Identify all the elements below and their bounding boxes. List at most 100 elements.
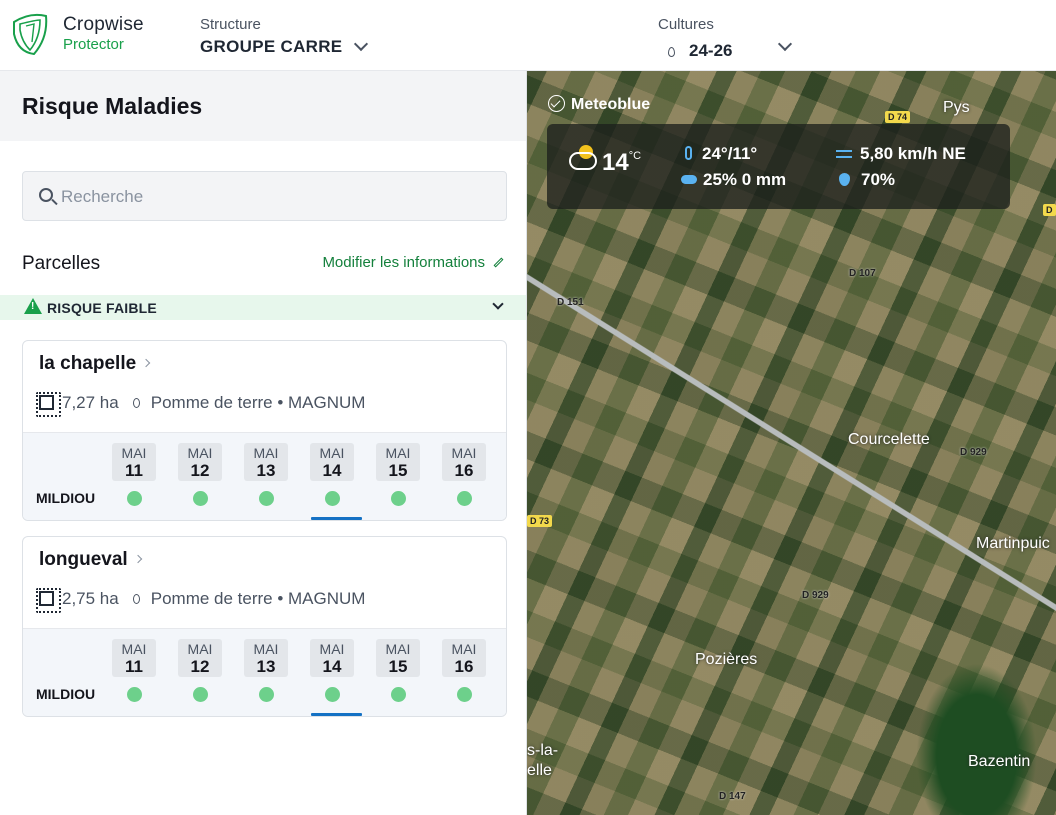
humidity-value: 70% (861, 170, 896, 189)
road-badge-d74: D 74 (885, 111, 911, 123)
map-label-ovillers: s-la- elle (527, 742, 559, 779)
thermometer-icon (685, 146, 692, 160)
meteoblue-badge: Meteoblue (548, 95, 650, 114)
disease-forecast: MILDIOU MAI 11 MAI 12 MAI 13 MAI 14 MAI 15 MA… (23, 628, 506, 716)
day-chip: MAI 16 (442, 443, 486, 481)
parcel-area: 2,75 ha (62, 589, 119, 608)
road-badge-d73: D 73 (527, 515, 553, 527)
risk-dot[interactable] (259, 687, 274, 702)
structure-selector[interactable]: Structure GROUPE CARRE (200, 16, 342, 57)
risk-dot[interactable] (391, 687, 406, 702)
day-number: 12 (190, 657, 210, 676)
warning-icon (24, 298, 42, 314)
wind-value: 5,80 km/h NE (860, 144, 966, 163)
day-chip-today: MAI 14 (310, 443, 354, 481)
check-circle-icon (548, 95, 565, 112)
road-label-d151: D 151 (557, 297, 584, 308)
parcel-name-link[interactable]: longueval (39, 549, 142, 571)
cultures-selector[interactable]: Cultures (658, 16, 714, 33)
rain-value: 25% 0 mm (703, 170, 787, 189)
partly-cloudy-icon (569, 152, 597, 170)
modify-info-link[interactable]: Modifier les informations (322, 254, 504, 271)
risk-dot[interactable] (259, 491, 274, 506)
crop-seed-icon (132, 398, 140, 408)
satellite-map[interactable]: Meteoblue 14°C 24°/11° 25% 0 mm 5,80 km/… (527, 71, 1056, 815)
risk-panel: Risque Maladies Parcelles Modifier les i… (0, 71, 527, 815)
map-label-courcelette: Courcelette (848, 431, 930, 448)
cultures-chevron-down-icon[interactable] (777, 36, 793, 52)
road-label-d929-north: D 929 (960, 447, 987, 458)
day-chip: MAI 13 (244, 443, 288, 481)
parcel-area: 7,27 ha (62, 393, 119, 412)
day-chip: MAI 13 (244, 639, 288, 677)
day-number: 11 (125, 461, 143, 480)
search-icon (39, 188, 53, 202)
parcel-info: 2,75 ha Pomme de terre • MAGNUM (36, 588, 366, 613)
day-chip: MAI 15 (376, 443, 420, 481)
risk-dot[interactable] (391, 491, 406, 506)
disease-forecast: MILDIOU MAI 11 MAI 12 MAI 13 MAI 14 MAI 15 MA… (23, 432, 506, 520)
day-chip: MAI 11 (112, 639, 156, 677)
day-chip: MAI 12 (178, 639, 222, 677)
risk-dot[interactable] (325, 491, 340, 506)
parcel-card[interactable]: longueval 2,75 ha Pomme de terre • MAGNUM… (22, 536, 507, 717)
day-month: MAI (187, 445, 213, 461)
day-number: 15 (388, 461, 408, 480)
map-label-pys: Pys (943, 99, 970, 116)
parcelles-heading: Parcelles (22, 253, 101, 274)
day-number: 12 (190, 461, 210, 480)
day-month: MAI (253, 641, 279, 657)
parcel-name-link[interactable]: la chapelle (39, 353, 151, 375)
pencil-icon (493, 257, 504, 268)
risk-dot[interactable] (127, 687, 142, 702)
parcel-card[interactable]: la chapelle 7,27 ha Pomme de terre • MAGN… (22, 340, 507, 521)
day-chip: MAI 11 (112, 443, 156, 481)
risk-dot[interactable] (457, 491, 472, 506)
parcel-crop: Pomme de terre • MAGNUM (150, 589, 366, 608)
day-chip-today: MAI 14 (310, 639, 354, 677)
chevron-right-icon (141, 358, 151, 368)
brand: Cropwise Protector (63, 14, 144, 54)
day-chip: MAI 15 (376, 639, 420, 677)
parcel-info: 7,27 ha Pomme de terre • MAGNUM (36, 392, 366, 417)
cropwise-logo-icon (13, 13, 48, 56)
day-number: 15 (388, 657, 408, 676)
collapse-chevron-icon[interactable] (492, 298, 504, 310)
area-icon (36, 392, 61, 417)
structure-label: Structure (200, 16, 261, 33)
day-number: 16 (454, 657, 474, 676)
risk-dot[interactable] (193, 491, 208, 506)
disease-label: MILDIOU (36, 686, 96, 702)
search-box[interactable] (22, 171, 507, 221)
risk-dot[interactable] (127, 491, 142, 506)
modify-info-label: Modifier les informations (322, 254, 485, 271)
seed-icon (668, 47, 675, 57)
brand-product: Protector (63, 36, 124, 53)
crop-seed-icon (132, 594, 140, 604)
chevron-right-icon (133, 554, 142, 564)
risk-dot[interactable] (325, 687, 340, 702)
day-month: MAI (451, 641, 477, 657)
search-input[interactable] (61, 184, 491, 210)
humidity-row: 70% (839, 170, 895, 190)
area-icon (36, 588, 61, 613)
cultures-label: Cultures (658, 16, 714, 33)
top-header: Cropwise Protector Structure GROUPE CARR… (0, 0, 1056, 71)
day-number: 14 (322, 461, 342, 480)
day-chip: MAI 16 (442, 639, 486, 677)
risk-group-header[interactable]: RISQUE FAIBLE (0, 295, 526, 320)
parcel-crop: Pomme de terre • MAGNUM (150, 393, 366, 412)
day-month: MAI (121, 445, 147, 461)
road-label-d107: D 107 (849, 268, 876, 279)
day-month: MAI (319, 445, 345, 461)
panel-header: Risque Maladies (0, 71, 526, 141)
risk-dot[interactable] (457, 687, 472, 702)
road-label-d929-south: D 929 (802, 590, 829, 601)
disease-label: MILDIOU (36, 490, 96, 506)
risk-dot[interactable] (193, 687, 208, 702)
cultures-value-wrap[interactable]: 24-26 (668, 41, 732, 61)
wind-row: 5,80 km/h NE (836, 144, 966, 164)
current-temperature: 14°C (602, 149, 641, 177)
structure-chevron-down-icon[interactable] (353, 36, 369, 52)
day-number: 13 (256, 461, 276, 480)
